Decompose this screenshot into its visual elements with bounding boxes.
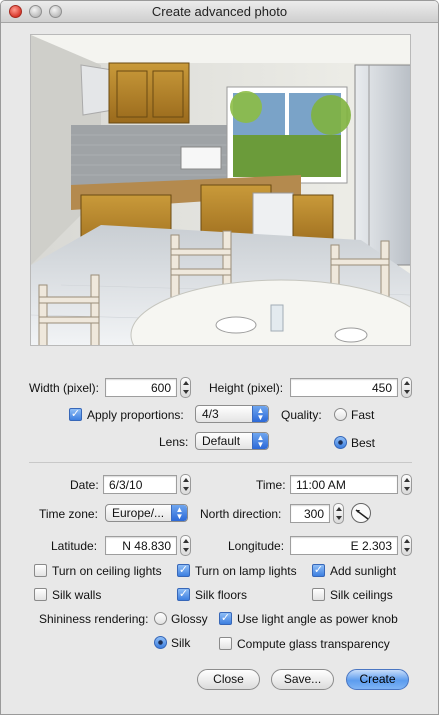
longitude-field[interactable]: E 2.303 bbox=[290, 536, 398, 555]
ceiling-lights-checkbox[interactable] bbox=[34, 564, 47, 577]
height-field[interactable]: 450 bbox=[290, 378, 398, 397]
date-field[interactable]: 6/3/10 bbox=[103, 475, 177, 494]
silk-ceilings-label: Silk ceilings bbox=[330, 588, 393, 602]
separator bbox=[29, 462, 412, 463]
width-field[interactable]: 600 bbox=[105, 378, 177, 397]
create-advanced-photo-window: Create advanced photo Width (pixel): 600… bbox=[0, 0, 439, 715]
create-button[interactable]: Create bbox=[346, 669, 409, 690]
light-angle-checkbox[interactable]: ✓ bbox=[219, 612, 232, 625]
lamp-lights-checkbox[interactable]: ✓ bbox=[177, 564, 190, 577]
light-angle-label: Use light angle as power knob bbox=[237, 612, 398, 626]
glass-transparency-checkbox[interactable] bbox=[219, 637, 232, 650]
lens-value: Default bbox=[202, 434, 241, 448]
kitchen-render-image bbox=[31, 35, 410, 345]
time-stepper[interactable] bbox=[401, 474, 412, 495]
shininess-glossy-label: Glossy bbox=[171, 612, 208, 626]
longitude-label: Longitude: bbox=[228, 539, 285, 553]
north-direction-field[interactable]: 300 bbox=[290, 504, 330, 523]
quality-best-label: Best bbox=[351, 436, 376, 450]
shininess-silk-radio[interactable] bbox=[154, 636, 167, 649]
glass-transparency-label: Compute glass transparency bbox=[237, 637, 390, 651]
ceiling-lights-label: Turn on ceiling lights bbox=[52, 564, 162, 578]
silk-ceilings-checkbox[interactable] bbox=[312, 588, 325, 601]
lens-popup[interactable]: Default ▲ ▼ bbox=[195, 432, 269, 450]
north-direction-label: North direction: bbox=[200, 507, 282, 521]
apply-proportions-label: Apply proportions: bbox=[87, 408, 184, 422]
popup-arrows-icon: ▲ ▼ bbox=[171, 505, 187, 521]
date-label: Date: bbox=[70, 478, 99, 492]
time-zone-label: Time zone: bbox=[39, 507, 98, 521]
shininess-label: Shininess rendering: bbox=[39, 612, 149, 626]
title-bar: Create advanced photo bbox=[1, 1, 438, 23]
latitude-stepper[interactable] bbox=[180, 535, 191, 556]
photo-preview bbox=[30, 34, 411, 346]
latitude-field[interactable]: N 48.830 bbox=[105, 536, 177, 555]
sunlight-checkbox[interactable]: ✓ bbox=[312, 564, 325, 577]
proportions-popup[interactable]: 4/3 ▲ ▼ bbox=[195, 405, 269, 423]
quality-fast-label: Fast bbox=[351, 408, 375, 422]
silk-walls-checkbox[interactable] bbox=[34, 588, 47, 601]
silk-floors-checkbox[interactable]: ✓ bbox=[177, 588, 190, 601]
compass-needle-icon bbox=[355, 509, 369, 520]
latitude-label: Latitude: bbox=[51, 539, 98, 553]
compass-icon bbox=[351, 503, 371, 523]
date-stepper[interactable] bbox=[180, 474, 191, 495]
lens-label: Lens: bbox=[159, 435, 189, 449]
quality-fast-radio[interactable] bbox=[334, 408, 347, 421]
quality-best-radio[interactable] bbox=[334, 436, 347, 449]
apply-proportions-checkbox[interactable]: ✓ bbox=[69, 408, 82, 421]
quality-label: Quality: bbox=[281, 408, 322, 422]
height-label: Height (pixel): bbox=[209, 381, 284, 395]
close-button[interactable]: Close bbox=[197, 669, 260, 690]
north-direction-stepper[interactable] bbox=[333, 503, 344, 524]
longitude-stepper[interactable] bbox=[401, 535, 412, 556]
window-title: Create advanced photo bbox=[151, 4, 288, 19]
time-zone-popup[interactable]: Europe/... ▲ ▼ bbox=[105, 504, 188, 522]
height-stepper[interactable] bbox=[401, 377, 412, 398]
shininess-silk-label: Silk bbox=[171, 636, 191, 650]
sunlight-label: Add sunlight bbox=[330, 564, 397, 578]
time-zone-value: Europe/... bbox=[112, 506, 165, 520]
popup-arrows-icon: ▲ ▼ bbox=[252, 406, 268, 422]
shininess-glossy-radio[interactable] bbox=[154, 612, 167, 625]
time-label: Time: bbox=[256, 478, 286, 492]
popup-arrows-icon: ▲ ▼ bbox=[252, 433, 268, 449]
width-stepper[interactable] bbox=[180, 377, 191, 398]
silk-walls-label: Silk walls bbox=[52, 588, 102, 602]
time-field[interactable]: 11:00 AM bbox=[290, 475, 398, 494]
silk-floors-label: Silk floors bbox=[195, 588, 248, 602]
save-button[interactable]: Save... bbox=[271, 669, 334, 690]
width-label: Width (pixel): bbox=[29, 381, 100, 395]
proportions-value: 4/3 bbox=[202, 407, 219, 421]
lamp-lights-label: Turn on lamp lights bbox=[195, 564, 297, 578]
